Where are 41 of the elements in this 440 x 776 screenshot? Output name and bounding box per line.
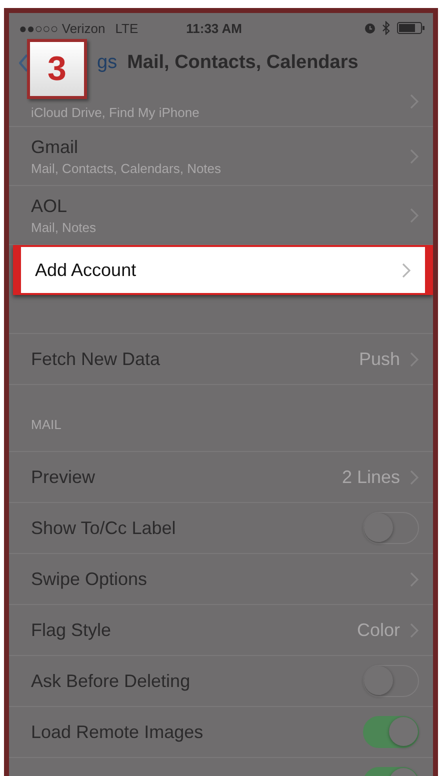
setting-label: Swipe Options [31, 568, 148, 590]
add-account-label: Add Account [35, 260, 136, 280]
carrier-label: ●●○○○ Verizon [19, 20, 106, 36]
setting-row[interactable]: Swipe Options [9, 554, 433, 605]
setting-value: Color [356, 620, 400, 640]
back-chevron-icon[interactable] [19, 54, 29, 72]
step-badge: 3 [27, 39, 87, 99]
setting-label: Ask Before Deleting [31, 670, 190, 692]
account-row[interactable]: Gmail Mail, Contacts, Calendars, Notes [9, 127, 433, 186]
setting-label: Load Remote Images [31, 722, 204, 742]
setting-row[interactable]: Preview 2 Lines [9, 452, 433, 503]
toggle-switch[interactable] [363, 665, 419, 697]
toggle-switch[interactable] [363, 512, 419, 544]
back-link[interactable]: gs [97, 52, 118, 74]
account-name: AOL [31, 196, 68, 216]
setting-value: 2 Lines [342, 466, 400, 488]
account-services: Mail, Contacts, Calendars, Notes [31, 160, 222, 176]
setting-row[interactable]: Flag Style Color [9, 605, 433, 656]
setting-row[interactable]: Load Remote Images [9, 707, 433, 758]
setting-row[interactable]: Show To/Cc Label [9, 503, 433, 554]
alarm-icon [364, 22, 376, 34]
chevron-icon [402, 262, 411, 278]
account-services: Mail, Notes [31, 220, 96, 234]
fetch-value: Push [358, 348, 400, 370]
bluetooth-icon [382, 21, 391, 35]
screen-title: Mail, Contacts, Calendars [127, 52, 358, 74]
section-header: MAIL [31, 416, 62, 432]
fetch-new-data-row[interactable]: Fetch New Data Push [9, 334, 433, 385]
setting-label: Show To/Cc Label [31, 518, 176, 538]
account-name: Gmail [31, 136, 80, 158]
setting-label: Flag Style [31, 620, 112, 640]
account-row[interactable]: iCloud Drive, Find My iPhone [9, 83, 433, 127]
network-label: LTE [115, 20, 138, 36]
add-account-row[interactable]: Add Account [13, 245, 433, 295]
setting-row[interactable]: Ask Before Deleting [9, 656, 433, 707]
setting-label: Preview [31, 466, 96, 488]
fetch-label: Fetch New Data [31, 348, 160, 370]
account-services: iCloud Drive, Find My iPhone [31, 105, 200, 120]
clock-time: 11:33 AM [186, 20, 242, 36]
toggle-switch[interactable] [363, 716, 419, 748]
battery-icon [397, 22, 425, 34]
